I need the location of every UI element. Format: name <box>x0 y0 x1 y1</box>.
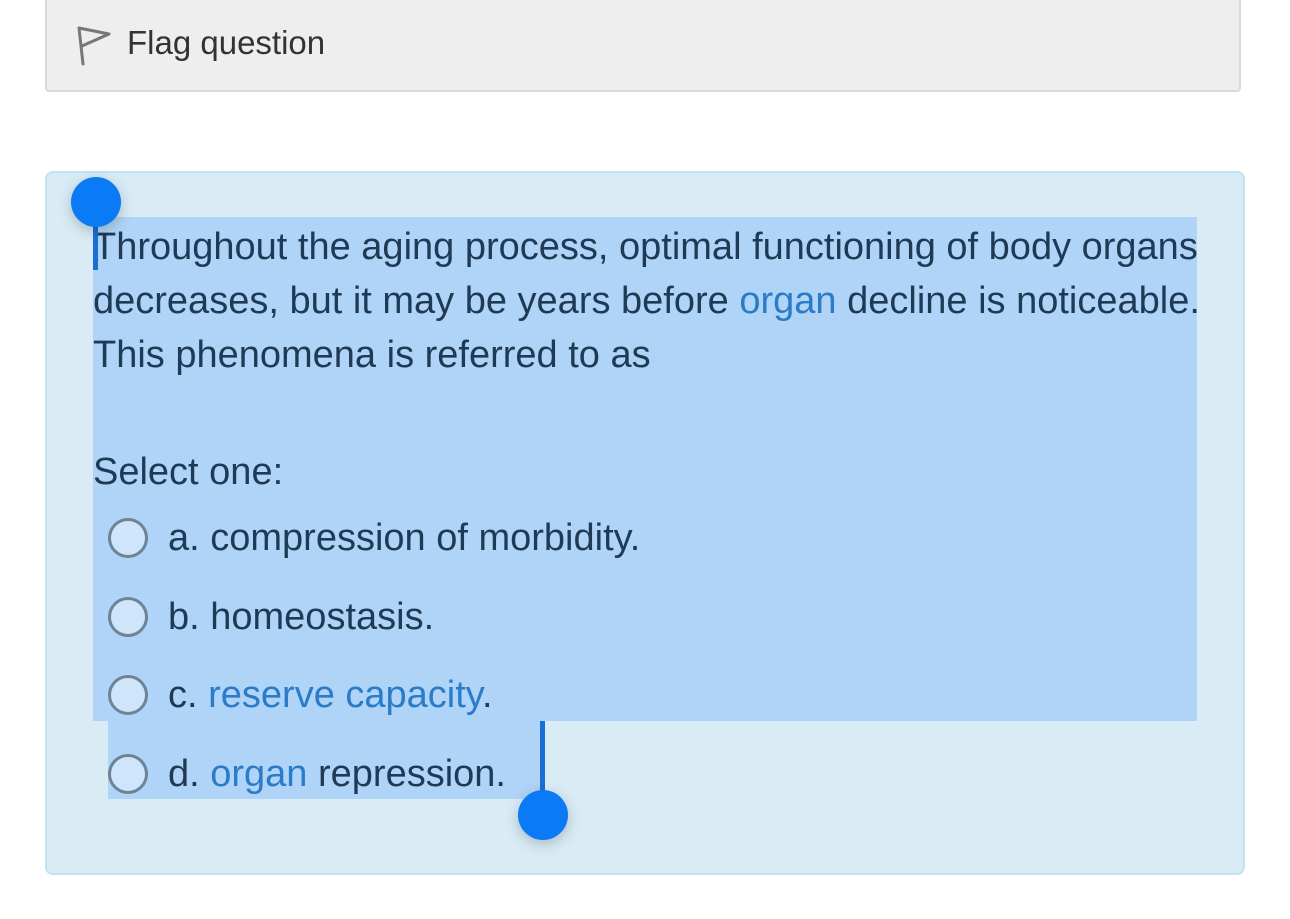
answer-option-d-prefix: d. <box>168 752 211 795</box>
radio-button-d[interactable] <box>108 754 148 794</box>
radio-button-a[interactable] <box>108 518 148 558</box>
selection-end-stem <box>540 721 545 793</box>
select-one-prompt: Select one: <box>93 451 284 493</box>
answer-option-a[interactable]: a. compression of morbidity. <box>108 515 640 561</box>
answer-option-d[interactable]: d. organ repression. <box>108 751 506 797</box>
selection-start-stem <box>93 222 98 270</box>
answer-option-c-prefix: c. <box>168 673 209 716</box>
answer-option-a-text: compression of morbidity. <box>210 516 641 559</box>
selection-start-handle[interactable] <box>71 177 121 227</box>
answer-option-b-prefix: b. <box>168 595 211 638</box>
selection-end-handle[interactable] <box>518 790 568 840</box>
question-text: Throughout the aging process, optimal fu… <box>93 220 1203 382</box>
glossary-link-organ[interactable]: organ <box>739 280 836 322</box>
answer-option-c-label[interactable]: c. reserve capacity. <box>168 674 493 717</box>
answer-option-c[interactable]: c. reserve capacity. <box>108 672 493 718</box>
answer-option-d-label[interactable]: d. organ repression. <box>168 753 506 796</box>
answer-option-b-label[interactable]: b. homeostasis. <box>168 596 434 639</box>
answer-option-a-prefix: a. <box>168 516 211 559</box>
answer-option-b-text: homeostasis. <box>210 595 435 638</box>
glossary-link-reserve-capacity[interactable]: reserve capacity <box>208 674 482 716</box>
radio-button-c[interactable] <box>108 675 148 715</box>
answer-option-c-suffix: . <box>481 673 493 716</box>
answer-option-d-suffix: repression. <box>307 752 506 795</box>
flag-question-bar[interactable]: Flag question <box>45 0 1241 92</box>
flag-icon <box>77 26 111 66</box>
answer-option-b[interactable]: b. homeostasis. <box>108 594 434 640</box>
radio-button-b[interactable] <box>108 597 148 637</box>
glossary-link-organ-d[interactable]: organ <box>210 753 307 795</box>
answer-option-a-label[interactable]: a. compression of morbidity. <box>168 517 640 560</box>
flag-question-label[interactable]: Flag question <box>127 24 325 62</box>
